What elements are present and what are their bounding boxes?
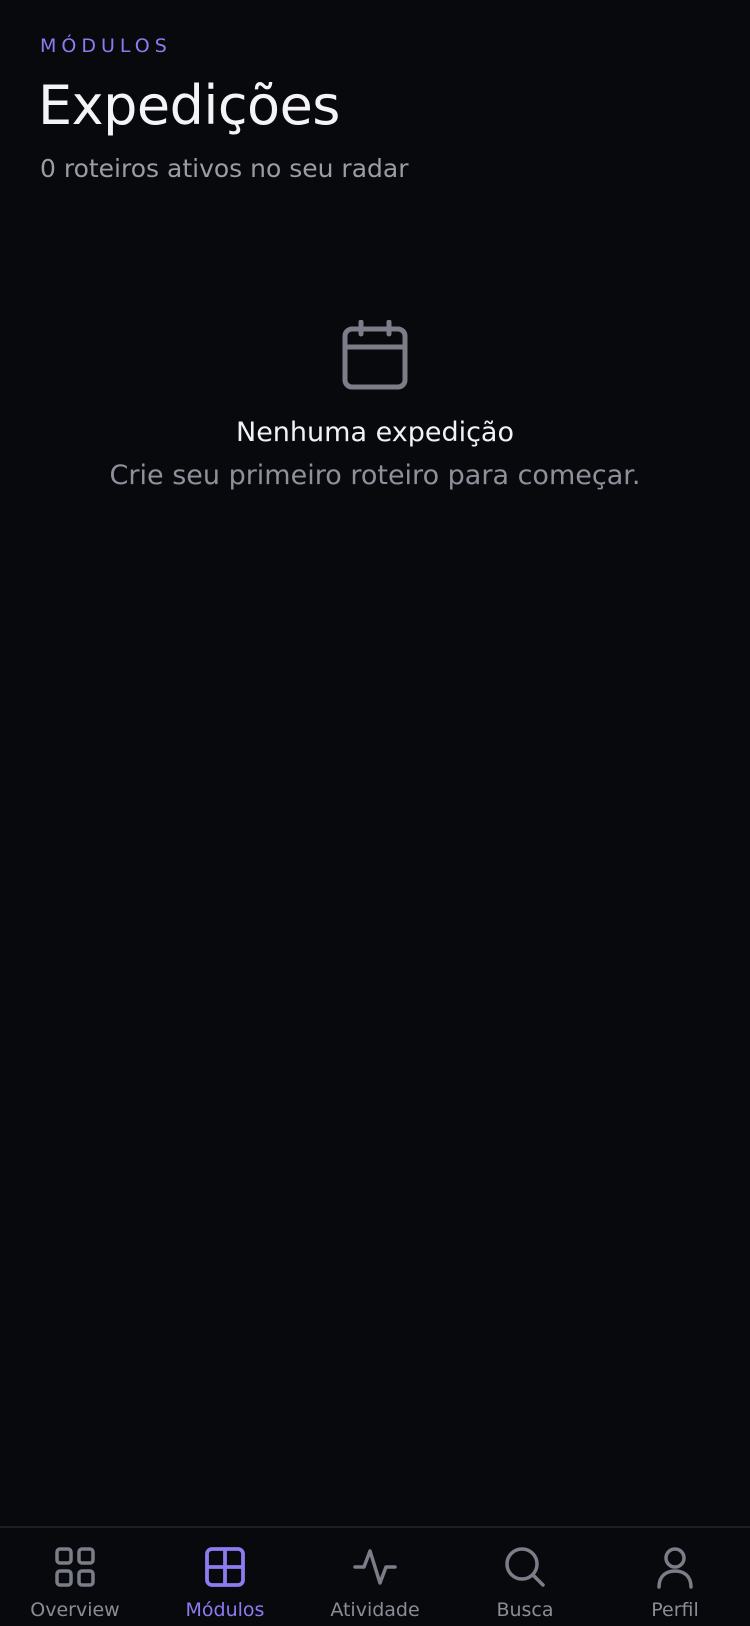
tab-modulos[interactable]: Módulos [150,1528,300,1626]
section-eyebrow: MÓDULOS [40,35,172,57]
empty-state: Nenhuma expedição Crie seu primeiro rote… [0,320,750,491]
activity-icon [353,1549,397,1585]
page-title: Expedições [38,74,340,137]
page-subtitle: 0 roteiros ativos no seu radar [40,154,409,183]
search-icon [505,1547,545,1587]
tab-label: Módulos [185,1599,265,1621]
modules-icon [205,1547,245,1587]
grid-icon [55,1547,95,1587]
tab-label: Overview [30,1599,120,1621]
tab-overview[interactable]: Overview [0,1528,150,1626]
bottom-tab-bar: Overview Módulos Atividade Busca Perfil [0,1526,750,1626]
tab-perfil[interactable]: Perfil [600,1528,750,1626]
tab-label: Atividade [330,1599,420,1621]
tab-label: Busca [496,1599,554,1621]
empty-state-title: Nenhuma expedição [236,417,514,448]
user-icon [657,1547,693,1589]
calendar-icon [342,320,408,390]
tab-atividade[interactable]: Atividade [300,1528,450,1626]
tab-label: Perfil [651,1599,699,1621]
tab-busca[interactable]: Busca [450,1528,600,1626]
empty-state-description: Crie seu primeiro roteiro para começar. [109,460,641,491]
